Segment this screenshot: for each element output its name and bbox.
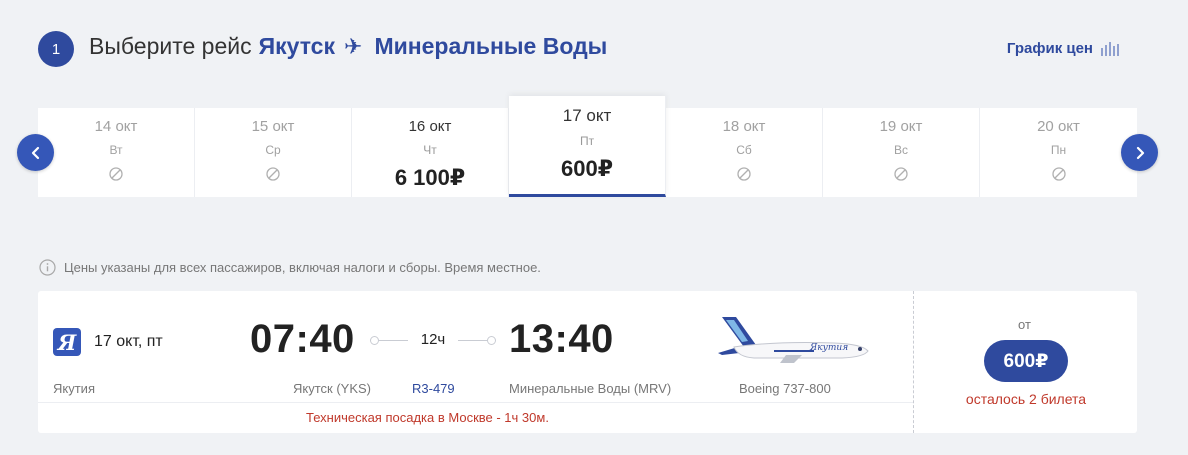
card-divider xyxy=(913,291,914,433)
origin-city: Якутск xyxy=(258,33,335,59)
unavailable-icon xyxy=(1051,167,1066,181)
date-cell-16[interactable]: 16 окт Чт 6 100₽ xyxy=(352,108,509,197)
airline-logo: Я xyxy=(53,328,81,356)
destination-city: Минеральные Воды xyxy=(374,33,608,59)
chevron-right-icon xyxy=(1136,146,1144,159)
date-cell-19[interactable]: 19 окт Вс xyxy=(823,108,980,197)
flight-card[interactable]: Я 17 окт, пт Якутия 07:40 12ч 13:40 Якут… xyxy=(38,291,1137,433)
unavailable-icon xyxy=(737,167,751,181)
date-label: 14 окт xyxy=(94,118,138,135)
date-label: 18 окт xyxy=(722,118,766,135)
arrival-airport: Минеральные Воды (MRV) xyxy=(509,381,672,396)
date-label: 19 окт xyxy=(879,118,923,135)
date-label: 17 окт xyxy=(562,106,612,125)
next-dates-button[interactable] xyxy=(1121,134,1158,171)
unavailable-icon xyxy=(266,167,280,181)
flight-date: 17 окт, пт xyxy=(94,333,163,350)
date-cell-18[interactable]: 18 окт Сб xyxy=(666,108,823,197)
airplane-icon: ✈ xyxy=(344,33,363,59)
weekday-label: Чт xyxy=(423,143,437,157)
arrival-time: 13:40 xyxy=(509,317,614,361)
seats-left-note: осталось 2 билета xyxy=(965,391,1087,407)
bar-chart-icon xyxy=(1101,41,1119,56)
flight-number[interactable]: R3-479 xyxy=(412,381,455,396)
weekday-label: Вс xyxy=(893,143,908,157)
previous-dates-button[interactable] xyxy=(17,134,54,171)
date-cell-15[interactable]: 15 окт Ср xyxy=(195,108,352,197)
departure-airport: Якутск (YKS) xyxy=(293,381,371,396)
weekday-label: Вт xyxy=(109,143,123,157)
route-start-dot xyxy=(370,336,379,345)
card-separator xyxy=(38,402,913,403)
date-label: 16 окт xyxy=(408,118,452,135)
unavailable-icon xyxy=(894,167,908,181)
date-price: 6 100₽ xyxy=(394,165,466,190)
weekday-label: Пн xyxy=(1050,143,1067,157)
info-icon xyxy=(39,259,56,276)
select-flight-price-button[interactable]: 600₽ xyxy=(984,340,1068,382)
weekday-label: Сб xyxy=(736,143,752,157)
airline-name: Якутия xyxy=(53,381,95,396)
price-info-note: Цены указаны для всех пассажиров, включа… xyxy=(39,259,541,276)
date-selector: 14 окт Вт 15 окт Ср 16 окт Чт 6 100₽ 17 … xyxy=(38,96,1137,197)
technical-stop-note: Техническая посадка в Москве - 1ч 30м. xyxy=(306,410,549,425)
flight-duration: 12ч xyxy=(408,331,458,348)
price-from-label: от xyxy=(1018,317,1031,332)
route-end-dot xyxy=(487,336,496,345)
svg-text:Якутия: Якутия xyxy=(809,343,848,353)
weekday-label: Ср xyxy=(265,143,281,157)
date-cell-20[interactable]: 20 окт Пн xyxy=(980,108,1137,197)
price-chart-link[interactable]: График цен xyxy=(1007,40,1119,57)
unavailable-icon xyxy=(109,167,123,181)
price-chart-label: График цен xyxy=(1006,40,1093,57)
page-title: Выберите рейс Якутск ✈ Минеральные Воды xyxy=(89,33,607,60)
date-label: 15 окт xyxy=(251,118,295,135)
weekday-label: Пт xyxy=(579,134,595,148)
aircraft-model: Boeing 737-800 xyxy=(739,381,831,396)
date-cell-14[interactable]: 14 окт Вт xyxy=(38,108,195,197)
date-cell-17-selected[interactable]: 17 окт Пт 600₽ xyxy=(509,96,666,197)
departure-time: 07:40 xyxy=(250,317,355,361)
date-price: 600₽ xyxy=(560,156,613,181)
info-text: Цены указаны для всех пассажиров, включа… xyxy=(64,260,541,275)
chevron-left-icon xyxy=(31,146,39,159)
date-label: 20 окт xyxy=(1037,118,1080,135)
title-prefix: Выберите рейс xyxy=(89,33,252,59)
aircraft-image: Якутия xyxy=(718,317,869,363)
step-number-badge: 1 xyxy=(38,31,74,67)
